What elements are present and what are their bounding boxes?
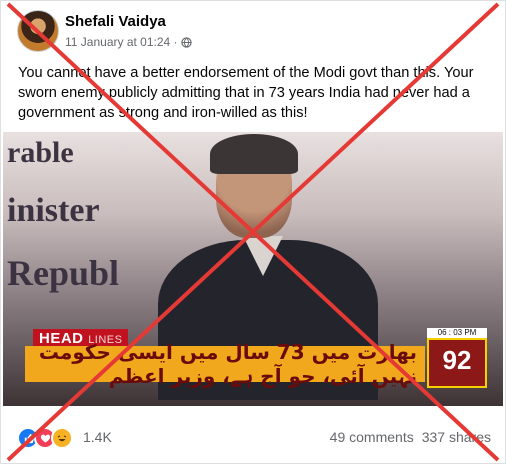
reaction-count[interactable]: 1.4K [83,429,112,445]
comments-count[interactable]: 49 comments [330,429,414,445]
background-text-3: Republ [7,253,120,293]
haha-icon [51,427,73,449]
post-text: You cannot have a better endorsement of … [18,65,474,121]
post-timestamp[interactable]: 11 January at 01:24 · [65,35,178,49]
speaker-hair [210,134,298,174]
avatar[interactable] [17,10,59,52]
post-video-frame[interactable]: rable inister Republ HEAD LINES بھارت می… [3,132,503,406]
channel-logo: 92 [427,338,487,388]
channel-time: 06 : 03 PM [427,328,487,338]
post-footer: 1.4K 49 comments 337 shares [17,425,491,449]
background-text-2: inister [7,192,100,229]
author-name[interactable]: Shefali Vaidya [65,13,166,30]
background-text-1: rable [7,136,74,169]
reaction-icons[interactable] [17,427,73,449]
post-meta: 11 January at 01:24 · [65,35,192,49]
post-header: Shefali Vaidya 11 January at 01:24 · [15,8,485,56]
post-card: Shefali Vaidya 11 January at 01:24 · You… [0,0,506,464]
engagement-stats: 49 comments 337 shares [330,429,491,445]
news-ticker: بھارت میں 73 سال میں ایسی حکومت نہیں آئی… [25,340,425,388]
shares-count[interactable]: 337 shares [422,429,491,445]
globe-icon [180,36,192,48]
